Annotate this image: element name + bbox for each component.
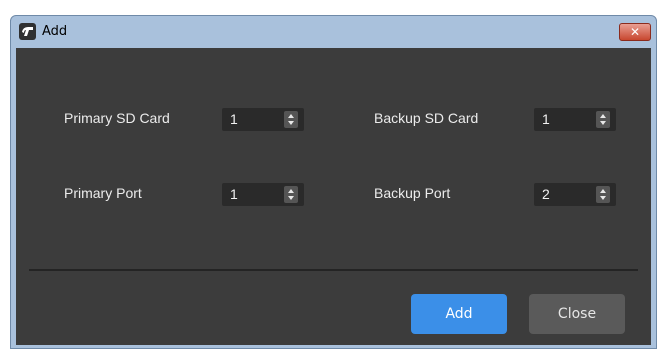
primary-port-label: Primary Port (64, 185, 142, 201)
up-down-arrows-icon[interactable] (596, 186, 610, 203)
backup-sd-card-value: 1 (542, 111, 550, 127)
backup-sd-card-label: Backup SD Card (374, 110, 479, 126)
up-down-arrows-icon[interactable] (284, 111, 298, 128)
app-logo-icon (19, 23, 36, 40)
dialog-content: Primary SD Card 1 Backup SD Card 1 Prima… (16, 48, 651, 345)
divider (29, 269, 638, 271)
primary-port-value: 1 (230, 186, 238, 202)
up-down-arrows-icon[interactable] (284, 186, 298, 203)
window-close-button[interactable]: ✕ (619, 23, 651, 41)
add-dialog-window: Add ✕ Primary SD Card 1 Backup SD Card 1 (10, 15, 657, 349)
close-icon: ✕ (629, 25, 641, 39)
backup-port-label: Backup Port (374, 185, 451, 201)
title-bar[interactable]: Add ✕ (11, 16, 656, 48)
primary-sd-card-value: 1 (230, 111, 238, 127)
backup-port-spinbox[interactable]: 2 (534, 183, 616, 206)
up-down-arrows-icon[interactable] (596, 111, 610, 128)
primary-port-spinbox[interactable]: 1 (222, 183, 304, 206)
backup-port-value: 2 (542, 186, 550, 202)
backup-sd-card-spinbox[interactable]: 1 (534, 108, 616, 131)
window-title: Add (42, 24, 68, 39)
close-button[interactable]: Close (529, 294, 625, 334)
add-button[interactable]: Add (411, 294, 507, 334)
primary-sd-card-spinbox[interactable]: 1 (222, 108, 304, 131)
primary-sd-card-label: Primary SD Card (64, 110, 170, 126)
